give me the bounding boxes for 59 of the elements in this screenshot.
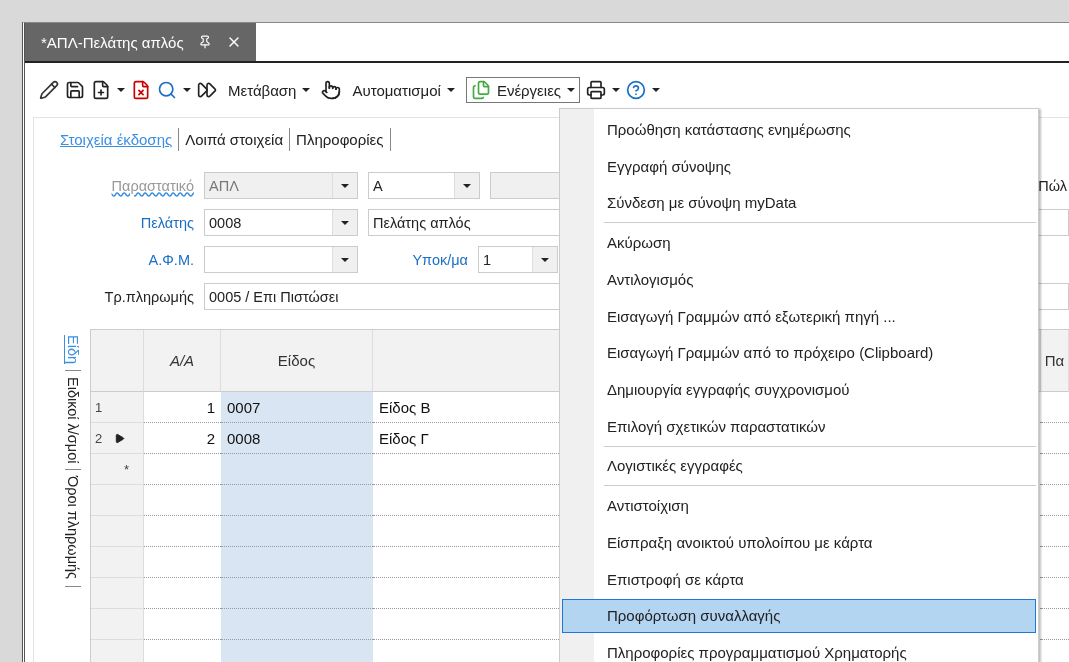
menu-item[interactable]: Εισαγωγή Γραμμών από εξωτερική πηγή ... bbox=[562, 298, 1036, 334]
column-header: A/A bbox=[144, 330, 221, 392]
row-header bbox=[91, 516, 144, 547]
row-header bbox=[91, 640, 144, 662]
dropdown-field[interactable]: 1 bbox=[478, 246, 558, 273]
field-label: Πώλ bbox=[1038, 177, 1068, 194]
field-label: Παραστατικό bbox=[110, 177, 194, 194]
pencil-icon[interactable] bbox=[39, 80, 59, 100]
document-tab[interactable]: *ΑΠΛ-Πελάτης απλός bbox=[25, 23, 256, 61]
new-document-icon[interactable] bbox=[91, 80, 111, 100]
table-cell: 0008 bbox=[221, 423, 373, 454]
row-number: 1 bbox=[95, 399, 103, 415]
row-header bbox=[91, 609, 144, 640]
column-header: Πα bbox=[1041, 330, 1069, 392]
menu-item[interactable]: Επιστροφή σε κάρτα bbox=[562, 561, 1036, 597]
caret-icon[interactable] bbox=[183, 88, 191, 92]
subtab[interactable]: Στοιχεία έκδοσης bbox=[60, 128, 180, 151]
menu-item[interactable]: Πληροφορίες προγραμματισμού Χρηματορής bbox=[562, 635, 1036, 662]
table-cell: 0007 bbox=[221, 392, 373, 423]
save-icon[interactable] bbox=[65, 80, 85, 100]
side-tab[interactable]: Όροι πληρωμής bbox=[65, 470, 81, 587]
caret-icon[interactable] bbox=[612, 88, 621, 92]
fast-forward-icon[interactable] bbox=[197, 80, 217, 100]
dropdown-field[interactable]: 0008 bbox=[204, 209, 358, 236]
search-icon[interactable] bbox=[157, 80, 177, 100]
current-row-icon bbox=[114, 432, 126, 444]
field-label: Πελάτης bbox=[139, 214, 194, 231]
printer-icon[interactable] bbox=[586, 80, 607, 100]
menu-item[interactable]: Εισαγωγή Γραμμών από το πρόχειρο (Clipboard) bbox=[562, 335, 1036, 371]
row-header bbox=[91, 547, 144, 578]
menu-item[interactable]: Αντιστοίχιση bbox=[562, 488, 1036, 524]
toolbar-menu-button[interactable]: Αυτοματισμοί bbox=[347, 78, 460, 102]
field-label: Α.Φ.Μ. bbox=[147, 251, 194, 268]
help-icon[interactable] bbox=[626, 80, 647, 100]
row-number: 2 bbox=[95, 430, 103, 446]
delete-document-icon[interactable] bbox=[131, 80, 151, 100]
dropdown-field[interactable] bbox=[204, 246, 358, 273]
subtab[interactable]: Πληροφορίες bbox=[296, 128, 391, 151]
caret-icon[interactable] bbox=[652, 88, 661, 92]
subtab[interactable]: Λοιπά στοιχεία bbox=[185, 128, 291, 151]
pin-icon[interactable] bbox=[197, 35, 212, 49]
menu-item[interactable]: Είσπραξη ανοικτού υπολοίπου με κάρτα bbox=[562, 525, 1036, 560]
row-header bbox=[91, 578, 144, 609]
caret-icon[interactable] bbox=[117, 88, 125, 92]
new-row-marker: * bbox=[123, 461, 129, 477]
documents-icon bbox=[470, 80, 491, 100]
hand-icon[interactable] bbox=[321, 80, 342, 100]
menu-item[interactable]: Προφόρτωση συναλλαγής bbox=[562, 598, 1036, 634]
menu-item[interactable]: Σύνδεση με σύνοψη myData bbox=[562, 185, 1036, 221]
menu-item[interactable]: Αντιλογισμός bbox=[562, 261, 1036, 297]
menu-item[interactable]: Εγγραφή σύνοψης bbox=[562, 148, 1036, 184]
side-tab[interactable]: Ειδικοί λ/σμοί bbox=[65, 371, 81, 471]
toolbar-menu-button[interactable]: Ενέργειες bbox=[465, 77, 581, 103]
menu-item[interactable]: Προώθηση κατάστασης ενημέρωσης bbox=[562, 112, 1036, 147]
field-label: Τρ.πληρωμής bbox=[103, 288, 194, 305]
column-header: Είδος bbox=[221, 330, 373, 392]
menu-item[interactable]: Ακύρωση bbox=[562, 225, 1036, 260]
toolbar-menu-button[interactable]: Μετάβαση bbox=[223, 78, 316, 102]
field-label: Υποκ/μα bbox=[411, 251, 468, 268]
